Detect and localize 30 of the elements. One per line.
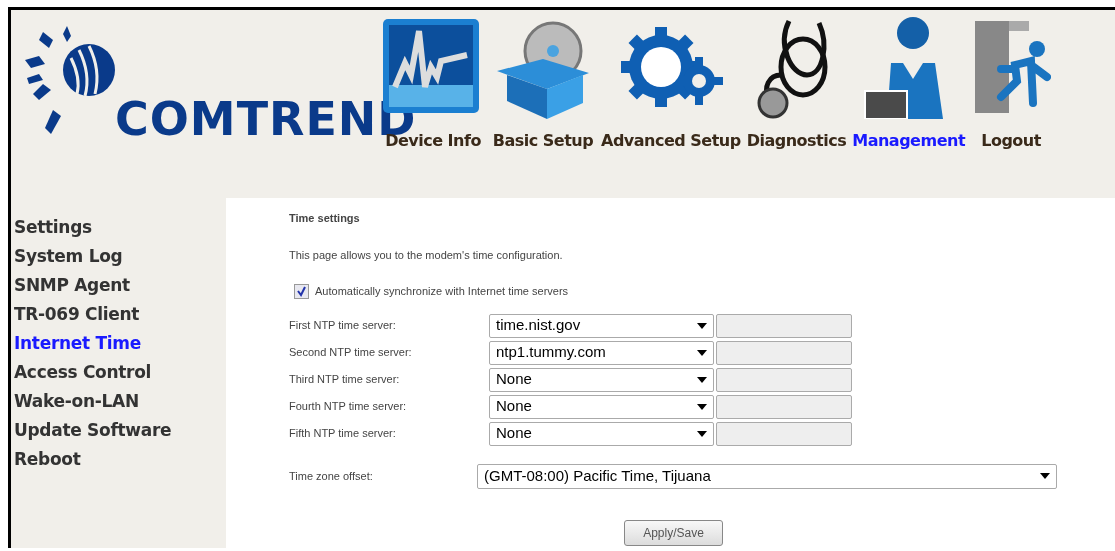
server-dropdown[interactable]: time.nist.gov — [489, 313, 714, 338]
page-title: Time settings — [289, 211, 361, 226]
server-dropdown[interactable]: ntp1.tummy.com — [489, 340, 714, 365]
server-label: Fourth NTP time server: — [289, 399, 408, 415]
sidebar-item[interactable]: TR-069 Client — [14, 303, 226, 326]
server-label: Second NTP time server: — [289, 345, 413, 361]
sidebar-item[interactable]: System Log — [14, 245, 226, 268]
apply-save-button[interactable]: Apply/Save — [624, 519, 723, 546]
sidebar-item[interactable]: Reboot — [14, 448, 226, 471]
timezone-dropdown[interactable]: (GMT-08:00) Pacific Time, Tijuana — [477, 463, 1057, 489]
server-label: Third NTP time server: — [289, 372, 401, 388]
nav-tab[interactable]: Advanced Setup — [601, 129, 741, 153]
description: This page allows you to the modem's time configuration. — [289, 247, 564, 263]
timezone-label: Time zone offset: — [289, 468, 374, 484]
server-dropdown[interactable]: None — [489, 367, 714, 392]
nav-tab[interactable]: Logout — [981, 129, 1041, 153]
nav-tab[interactable]: Diagnostics — [746, 129, 847, 153]
server-dropdown[interactable]: None — [489, 421, 714, 446]
auto-sync-label: Automatically synchronize with Internet time servers — [315, 284, 569, 299]
sidebar-item[interactable]: SNMP Agent — [14, 274, 226, 297]
sidebar-item[interactable]: Update Software — [14, 419, 226, 442]
server-label: First NTP time server: — [289, 318, 397, 334]
nav-tab[interactable]: Basic Setup — [492, 129, 594, 153]
nav-tab[interactable]: Management — [852, 129, 966, 153]
sidebar-item[interactable]: Access Control — [14, 361, 226, 384]
server-dropdown[interactable]: None — [489, 394, 714, 419]
sidebar-item[interactable]: Wake-on-LAN — [14, 390, 226, 413]
server-label: Fifth NTP time server: — [289, 426, 397, 442]
sidebar-item[interactable]: Settings — [14, 216, 226, 239]
sidebar-item[interactable]: Internet Time — [14, 332, 226, 355]
